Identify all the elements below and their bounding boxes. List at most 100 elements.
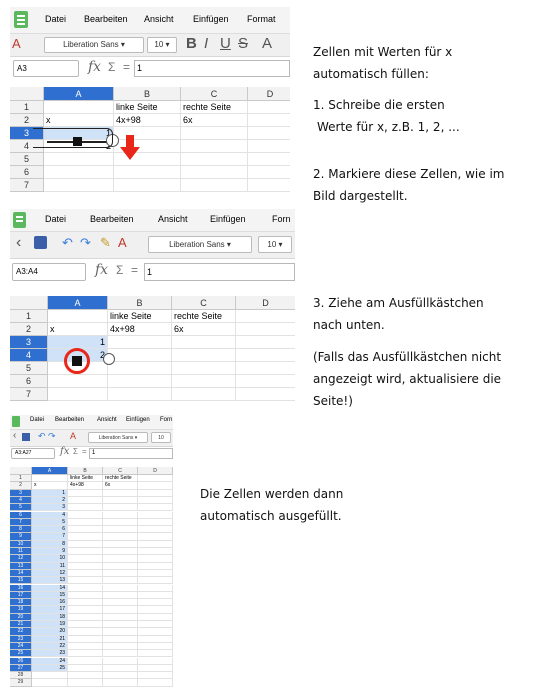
row-header-7[interactable]: 7 <box>10 388 48 401</box>
font-name-select[interactable]: Liberation Sans ▾ <box>148 236 252 253</box>
sum-icon[interactable]: Σ <box>73 447 78 456</box>
function-wizard-icon[interactable]: fx <box>95 262 108 278</box>
row-header-2[interactable]: 2 <box>10 323 48 336</box>
back-icon[interactable]: ‹ <box>16 234 21 252</box>
cell-a17[interactable]: 15 <box>32 591 68 600</box>
cell-a6[interactable]: 4 <box>32 511 68 519</box>
cell-c2[interactable]: 6x <box>172 323 236 336</box>
cell-c21[interactable] <box>103 621 138 629</box>
cell-b1[interactable]: linke Seite <box>108 310 172 323</box>
italic-icon[interactable]: I <box>204 35 208 52</box>
row-header-3[interactable]: 3 <box>10 336 48 349</box>
cell-a3[interactable]: 1 <box>32 489 68 497</box>
cell-b13[interactable] <box>68 562 103 570</box>
cell-a16[interactable]: 14 <box>32 584 68 592</box>
fill-handle-circle[interactable] <box>103 353 115 365</box>
cell-d5[interactable] <box>236 362 295 375</box>
undo-icon[interactable]: ↶ <box>38 431 46 442</box>
row-header-23[interactable]: 23 <box>10 635 32 643</box>
sheet-grid[interactable]: A B C D 1 linke Seite rechte Seite 2 x 4x+98 6x 3 1 4… <box>10 296 295 404</box>
corner-cell[interactable] <box>10 87 44 101</box>
column-header-b[interactable]: B <box>68 467 103 475</box>
row-header-28[interactable]: 28 <box>10 672 32 680</box>
equals-icon[interactable]: = <box>123 60 130 74</box>
column-header-b[interactable]: B <box>114 87 181 101</box>
cell-b18[interactable] <box>68 599 103 607</box>
menu-datei[interactable]: Datei <box>30 417 44 423</box>
cell-c19[interactable] <box>103 606 138 614</box>
cell-d6[interactable] <box>138 511 173 519</box>
cell-b19[interactable] <box>68 606 103 614</box>
cell-b4[interactable] <box>108 349 172 362</box>
row-header-24[interactable]: 24 <box>10 642 32 651</box>
cell-d24[interactable] <box>138 642 173 651</box>
cell-d4[interactable] <box>138 496 173 505</box>
cell-d20[interactable] <box>138 613 173 621</box>
cell-a13[interactable]: 11 <box>32 562 68 570</box>
formula-input[interactable]: 1 <box>89 448 173 459</box>
menu-einfuegen[interactable]: Einfügen <box>210 214 246 224</box>
cell-d1[interactable] <box>236 310 295 323</box>
cell-c5[interactable] <box>103 504 138 512</box>
cell-a29[interactable] <box>32 679 68 687</box>
column-header-a[interactable]: A <box>44 87 114 101</box>
cell-d27[interactable] <box>138 664 173 673</box>
cell-b26[interactable] <box>68 657 103 665</box>
cell-d16[interactable] <box>138 584 173 592</box>
row-header-13[interactable]: 13 <box>10 562 32 570</box>
strikethrough-icon[interactable]: S <box>238 35 248 52</box>
cell-b3[interactable] <box>108 336 172 349</box>
menu-einfuegen[interactable]: Einfügen <box>193 14 229 24</box>
cell-c29[interactable] <box>103 679 138 687</box>
cell-b24[interactable] <box>68 642 103 651</box>
cell-a9[interactable]: 7 <box>32 533 68 541</box>
cell-c25[interactable] <box>103 650 138 658</box>
cell-b7[interactable] <box>108 388 172 401</box>
cell-d21[interactable] <box>138 621 173 629</box>
cell-a2[interactable]: x <box>32 482 68 490</box>
font-name-select[interactable]: Liberation Sans ▾ <box>44 37 144 53</box>
cell-c1[interactable]: rechte Seite <box>181 101 248 114</box>
row-header-22[interactable]: 22 <box>10 628 32 636</box>
cell-d1[interactable] <box>248 101 290 114</box>
cell-c2[interactable]: 6x <box>103 482 138 490</box>
save-icon[interactable] <box>22 433 30 441</box>
cell-c28[interactable] <box>103 672 138 680</box>
cell-d29[interactable] <box>138 679 173 687</box>
cell-c4[interactable] <box>172 349 236 362</box>
cell-d5[interactable] <box>138 504 173 512</box>
cell-d14[interactable] <box>138 569 173 578</box>
row-header-1[interactable]: 1 <box>10 310 48 323</box>
cell-c23[interactable] <box>103 635 138 643</box>
cell-a7[interactable] <box>48 388 108 401</box>
cell-b1[interactable]: linke Seite <box>68 475 103 483</box>
menu-format[interactable]: Forn <box>272 214 291 224</box>
menu-ansicht[interactable]: Ansicht <box>144 14 174 24</box>
column-header-a[interactable]: A <box>32 467 68 475</box>
cell-b4[interactable] <box>68 496 103 505</box>
cell-d4[interactable] <box>236 349 295 362</box>
cell-d22[interactable] <box>138 628 173 636</box>
cell-b28[interactable] <box>68 672 103 680</box>
cell-b1[interactable]: linke Seite <box>114 101 181 114</box>
fill-handle-square[interactable] <box>72 356 82 366</box>
cell-a5[interactable] <box>44 153 114 166</box>
cell-d28[interactable] <box>138 672 173 680</box>
cell-d2[interactable] <box>248 114 290 127</box>
cell-a10[interactable]: 8 <box>32 540 68 548</box>
formula-input[interactable]: 1 <box>134 60 290 77</box>
row-header-18[interactable]: 18 <box>10 599 32 607</box>
font-size-select[interactable]: 10 ▾ <box>258 236 292 253</box>
cell-d11[interactable] <box>138 548 173 556</box>
cell-b29[interactable] <box>68 679 103 687</box>
cell-a20[interactable]: 18 <box>32 613 68 621</box>
cell-a23[interactable]: 21 <box>32 635 68 643</box>
cell-c7[interactable] <box>103 518 138 527</box>
column-header-d[interactable]: D <box>248 87 290 101</box>
cell-b5[interactable] <box>68 504 103 512</box>
cell-a11[interactable]: 9 <box>32 548 68 556</box>
menu-bearbeiten[interactable]: Bearbeiten <box>90 214 134 224</box>
row-header-5[interactable]: 5 <box>10 504 32 512</box>
row-header-17[interactable]: 17 <box>10 591 32 600</box>
cell-a19[interactable]: 17 <box>32 606 68 614</box>
